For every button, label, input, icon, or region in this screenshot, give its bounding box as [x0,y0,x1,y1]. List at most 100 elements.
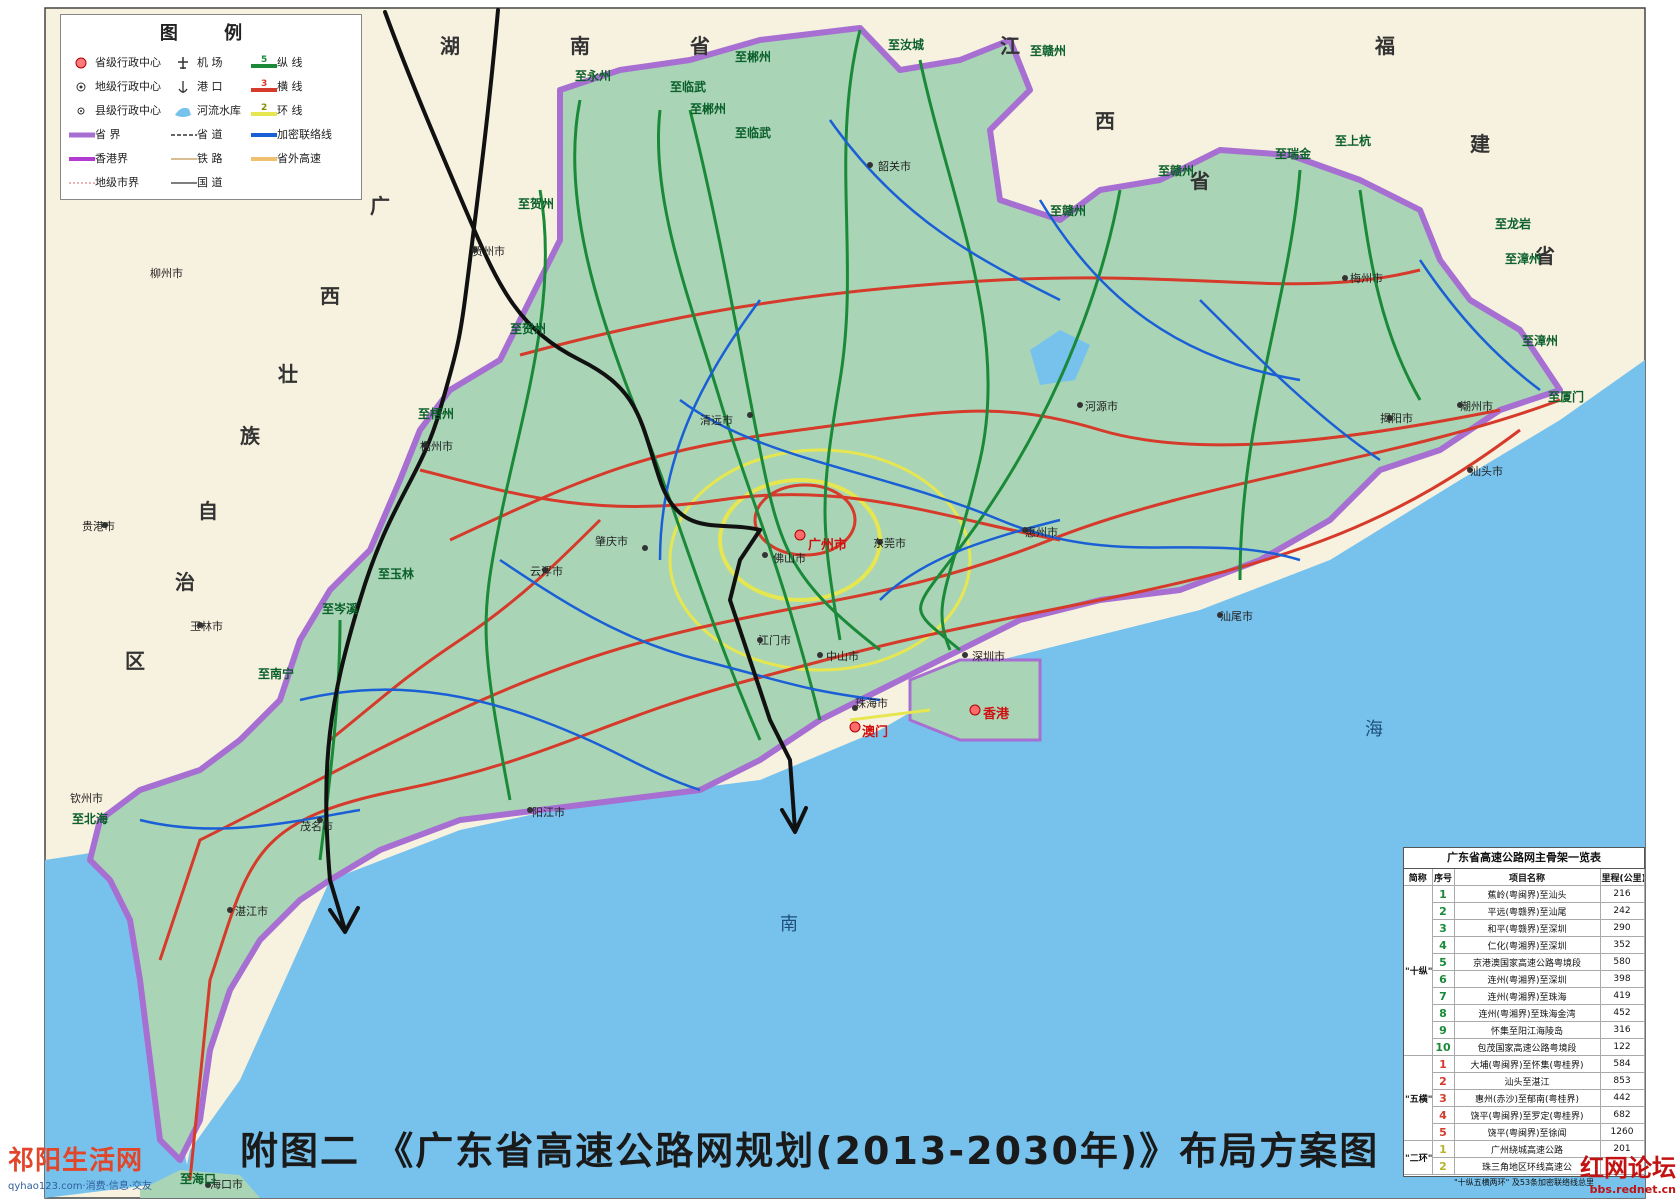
watermark-right-brand: 红网论坛 [1580,1153,1676,1182]
legend-item-vertical-route: 5纵 线 [251,53,303,73]
vertical-route-badge: 5 [261,55,267,65]
route-number: 3 [1432,1089,1455,1107]
route-number: 1 [1432,1140,1455,1158]
exit-label-ganzhou-2: 至赣州 [1158,164,1195,178]
region-fujian-jian: 建 [1470,132,1490,156]
route-name: 包茂国家高速公路粤境段 [1454,1038,1601,1056]
exit-label-yulin: 至玉林 [378,567,415,581]
route-table-row: 9 怀集至阳江海陵岛 316 [1404,1021,1645,1039]
railway-icon [171,149,197,169]
route-table-row: 6 连州(粤湘界)至深圳 398 [1404,970,1645,988]
watermark-left-site: qyhao123.com·消费·信息·交友 [8,1181,153,1192]
route-table-header-abbr: 简称 [1404,869,1433,886]
route-group-label: "五横" [1404,1055,1433,1141]
horizontal-route-icon: 3 [251,77,277,97]
route-name: 平远(粤赣界)至汕尾 [1454,902,1601,920]
region-guangxi-zu: 族 [240,424,260,448]
region-guangxi-xi: 西 [320,284,340,308]
route-number: 1 [1432,885,1455,903]
route-table-header-row: 简称 序号 项目名称 里程(公里) [1404,869,1645,886]
route-summary-table: 广东省高速公路网主骨架一览表 简称 序号 项目名称 里程(公里) "十纵" 1 蕉岭… [1403,847,1645,1187]
external-expressway-icon [251,149,277,169]
map-page: 湖 南 省 江 西 省 福 建 省 广 西 壮 族 自 治 区 海 南 广州市 … [0,0,1680,1200]
legend-title: 图 例 [159,23,263,44]
ring-route-badge: 2 [261,103,267,113]
qingyuan-marker [747,412,753,418]
route-table-header-name: 项目名称 [1454,869,1601,886]
page-title: 附图二 《广东省高速公路网规划(2013-2030年)》布局方案图 [240,1129,1380,1173]
route-name: 饶平(粤闽界)至徐闻 [1454,1123,1601,1141]
route-table-row: 5 京港澳国家高速公路粤境段 580 [1404,953,1645,971]
legend-item-horizontal-route: 3横 线 [251,77,303,97]
watermark-right: 红网论坛 bbs.rednet.cn [1580,1148,1676,1196]
exit-label-linwu-2: 至临武 [735,126,772,140]
city-label-qinzhou: 钦州市 [70,792,103,805]
foshan-marker [762,552,768,558]
route-table-row: 7 连州(粤湘界)至珠海 419 [1404,987,1645,1005]
route-table-row: "五横" 1 大埔(粤闽界)至怀集(粤桂界) 584 [1404,1055,1645,1141]
route-table-title: 广东省高速公路网主骨架一览表 [1404,848,1644,869]
route-name: 连州(粤湘界)至珠海金湾 [1454,1004,1601,1022]
route-number: 10 [1432,1038,1455,1056]
watermark-left: 祁阳生活网 qyhao123.com·消费·信息·交友 [8,1140,152,1192]
route-number: 7 [1432,987,1455,1005]
route-name: 大埔(粤闽界)至怀集(粤桂界) [1454,1055,1601,1073]
route-length-km: 216 [1600,885,1645,903]
ring-route-icon: 2 [251,101,277,121]
guangzhou-marker [794,529,806,541]
city-label-jiangmen: 江门市 [758,634,791,647]
route-name: 和平(粤赣界)至深圳 [1454,919,1601,937]
vertical-route-icon: 5 [251,53,277,73]
exit-label-chenzhou-1: 至郴州 [735,50,772,64]
legend-item-river: 河流水库 [171,101,241,121]
route-name: 汕头至湛江 [1454,1072,1601,1090]
exit-label-chenzhou-2: 至郴州 [690,102,727,116]
city-label-chaozhou: 潮州市 [1460,400,1493,413]
region-guangxi-zhuang: 壮 [278,362,298,386]
route-length-km: 584 [1600,1055,1645,1073]
shenzhen-marker [962,652,968,658]
legend-item-external-expressway: 省外高速 [251,149,321,169]
zhongshan-marker [817,652,823,658]
watermark-left-brand: 祁阳生活网 [8,1146,144,1176]
city-label-zhanjiang: 湛江市 [235,905,268,918]
legend-item-provincial-road: 省 道 [171,125,223,145]
city-label-macau: 澳门 [862,725,889,740]
hongkong-marker [969,704,981,716]
city-label-foshan: 佛山市 [773,552,806,565]
city-label-huizhou: 惠州市 [1025,526,1058,539]
route-name: 连州(粤湘界)至珠海 [1454,987,1601,1005]
exit-label-beihai: 至北海 [72,812,109,826]
provincial-capital-icon [69,53,95,73]
city-label-shaoguan: 韶关市 [878,160,911,173]
region-guangxi-guang: 广 [370,194,390,218]
route-length-km: 419 [1600,987,1645,1005]
route-table-row: 2 汕头至湛江 853 [1404,1072,1645,1090]
exit-label-zhangzhou-2: 至漳州 [1522,334,1559,348]
city-label-hongkong: 香港 [983,707,1010,722]
route-name: 京港澳国家高速公路粤境段 [1454,953,1601,971]
city-label-yangjiang: 阳江市 [532,806,565,819]
route-number: 2 [1432,1072,1455,1090]
provincial-road-icon [171,125,197,145]
route-length-km: 853 [1600,1072,1645,1090]
city-label-yunfu: 云浮市 [530,565,563,578]
macau-marker [849,721,861,733]
legend-item-county-city: 县级行政中心 [69,101,161,121]
route-length-km: 290 [1600,919,1645,937]
route-number: 3 [1432,919,1455,937]
city-label-zhuhai: 珠海市 [855,697,888,710]
route-number: 4 [1432,1106,1455,1124]
route-number: 2 [1432,902,1455,920]
sea-label-hai: 海 [1365,719,1383,740]
exit-label-shanghang: 至上杭 [1335,134,1372,148]
watermark-right-site: bbs.rednet.cn [1589,1183,1676,1196]
route-table-row: 4 饶平(粤闽界)至罗定(粤桂界) 682 [1404,1106,1645,1124]
city-label-guigang: 贵港市 [82,520,115,533]
legend-item-prefecture-city: 地级行政中心 [69,77,161,97]
exit-label-ganzhou-3: 至赣州 [1050,204,1087,218]
legend-item-link-route: 加密联络线 [251,125,332,145]
route-number: 5 [1432,1123,1455,1141]
route-table-row: 2 平远(粤赣界)至汕尾 242 [1404,902,1645,920]
route-table-header-no: 序号 [1432,869,1455,886]
